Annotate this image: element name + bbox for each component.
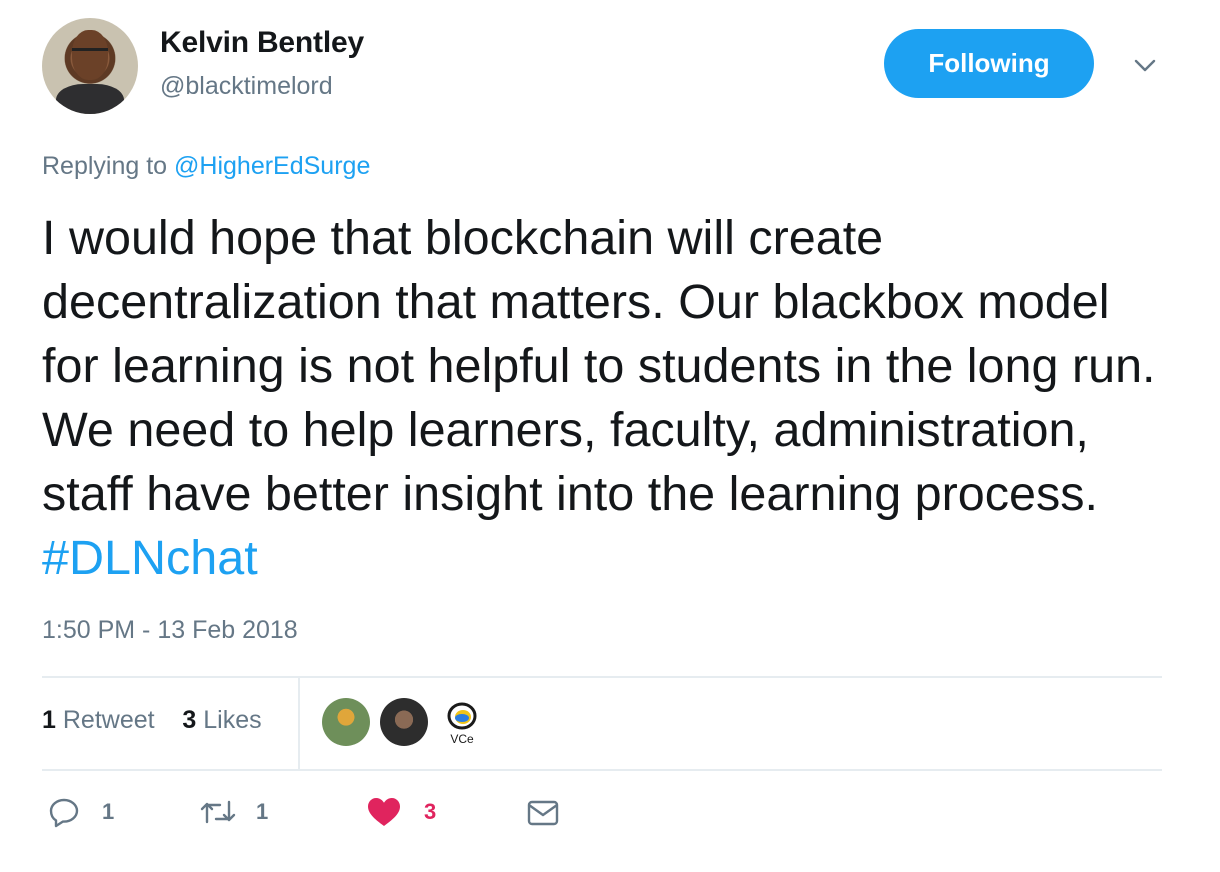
reply-icon [49,798,79,828]
mail-icon [527,800,559,826]
following-button[interactable]: Following [884,29,1094,98]
liker-badge-text: VCe [450,732,474,746]
liker-logo-icon: VCe [447,702,477,746]
retweets-stat[interactable]: 1 Retweet [42,706,155,734]
hashtag-link[interactable]: #DLNchat [42,531,258,585]
likes-stat[interactable]: 3 Likes [182,706,261,734]
engagement-stats: 1 Retweet 3 Likes [42,706,262,735]
author-name[interactable]: Kelvin Bentley [160,26,364,60]
avatar-shirt [56,84,124,114]
divider-top [42,676,1162,678]
replying-to-label: Replying to [42,152,175,180]
tweet-timestamp[interactable]: 1:50 PM - 13 Feb 2018 [42,616,298,645]
heart-icon [368,798,400,826]
stats-divider [298,676,300,770]
direct-message-button[interactable] [526,796,560,828]
retweet-button[interactable]: 1 [200,796,268,828]
author-handle[interactable]: @blacktimelord [160,72,333,101]
reply-button[interactable]: 1 [48,796,114,828]
author-avatar[interactable] [42,18,138,114]
liker-avatar[interactable] [380,698,428,746]
liker-avatar[interactable]: VCe [438,698,486,746]
liker-avatar[interactable] [322,698,370,746]
avatar-glasses [72,48,108,57]
retweet-count: 1 [256,799,269,824]
caret-down-icon[interactable] [1132,52,1158,78]
like-button[interactable]: 3 [366,796,436,828]
retweets-count: 1 [42,706,56,734]
reply-mention-link[interactable]: @HigherEdSurge [174,152,370,180]
tweet-text: I would hope that blockchain will create… [42,206,1162,590]
likes-count: 3 [182,706,197,734]
liker-avatars: VCe [322,698,486,746]
likes-label: Likes [203,706,262,734]
tweet-body: I would hope that blockchain will create… [42,211,1156,521]
like-count: 3 [424,799,437,824]
retweet-icon [200,800,236,824]
divider-bottom [42,769,1162,771]
replying-to: Replying to @HigherEdSurge [42,152,370,181]
reply-count: 1 [102,799,115,824]
retweets-label: Retweet [62,706,155,734]
tweet-actions: 1 1 3 [0,796,1220,838]
